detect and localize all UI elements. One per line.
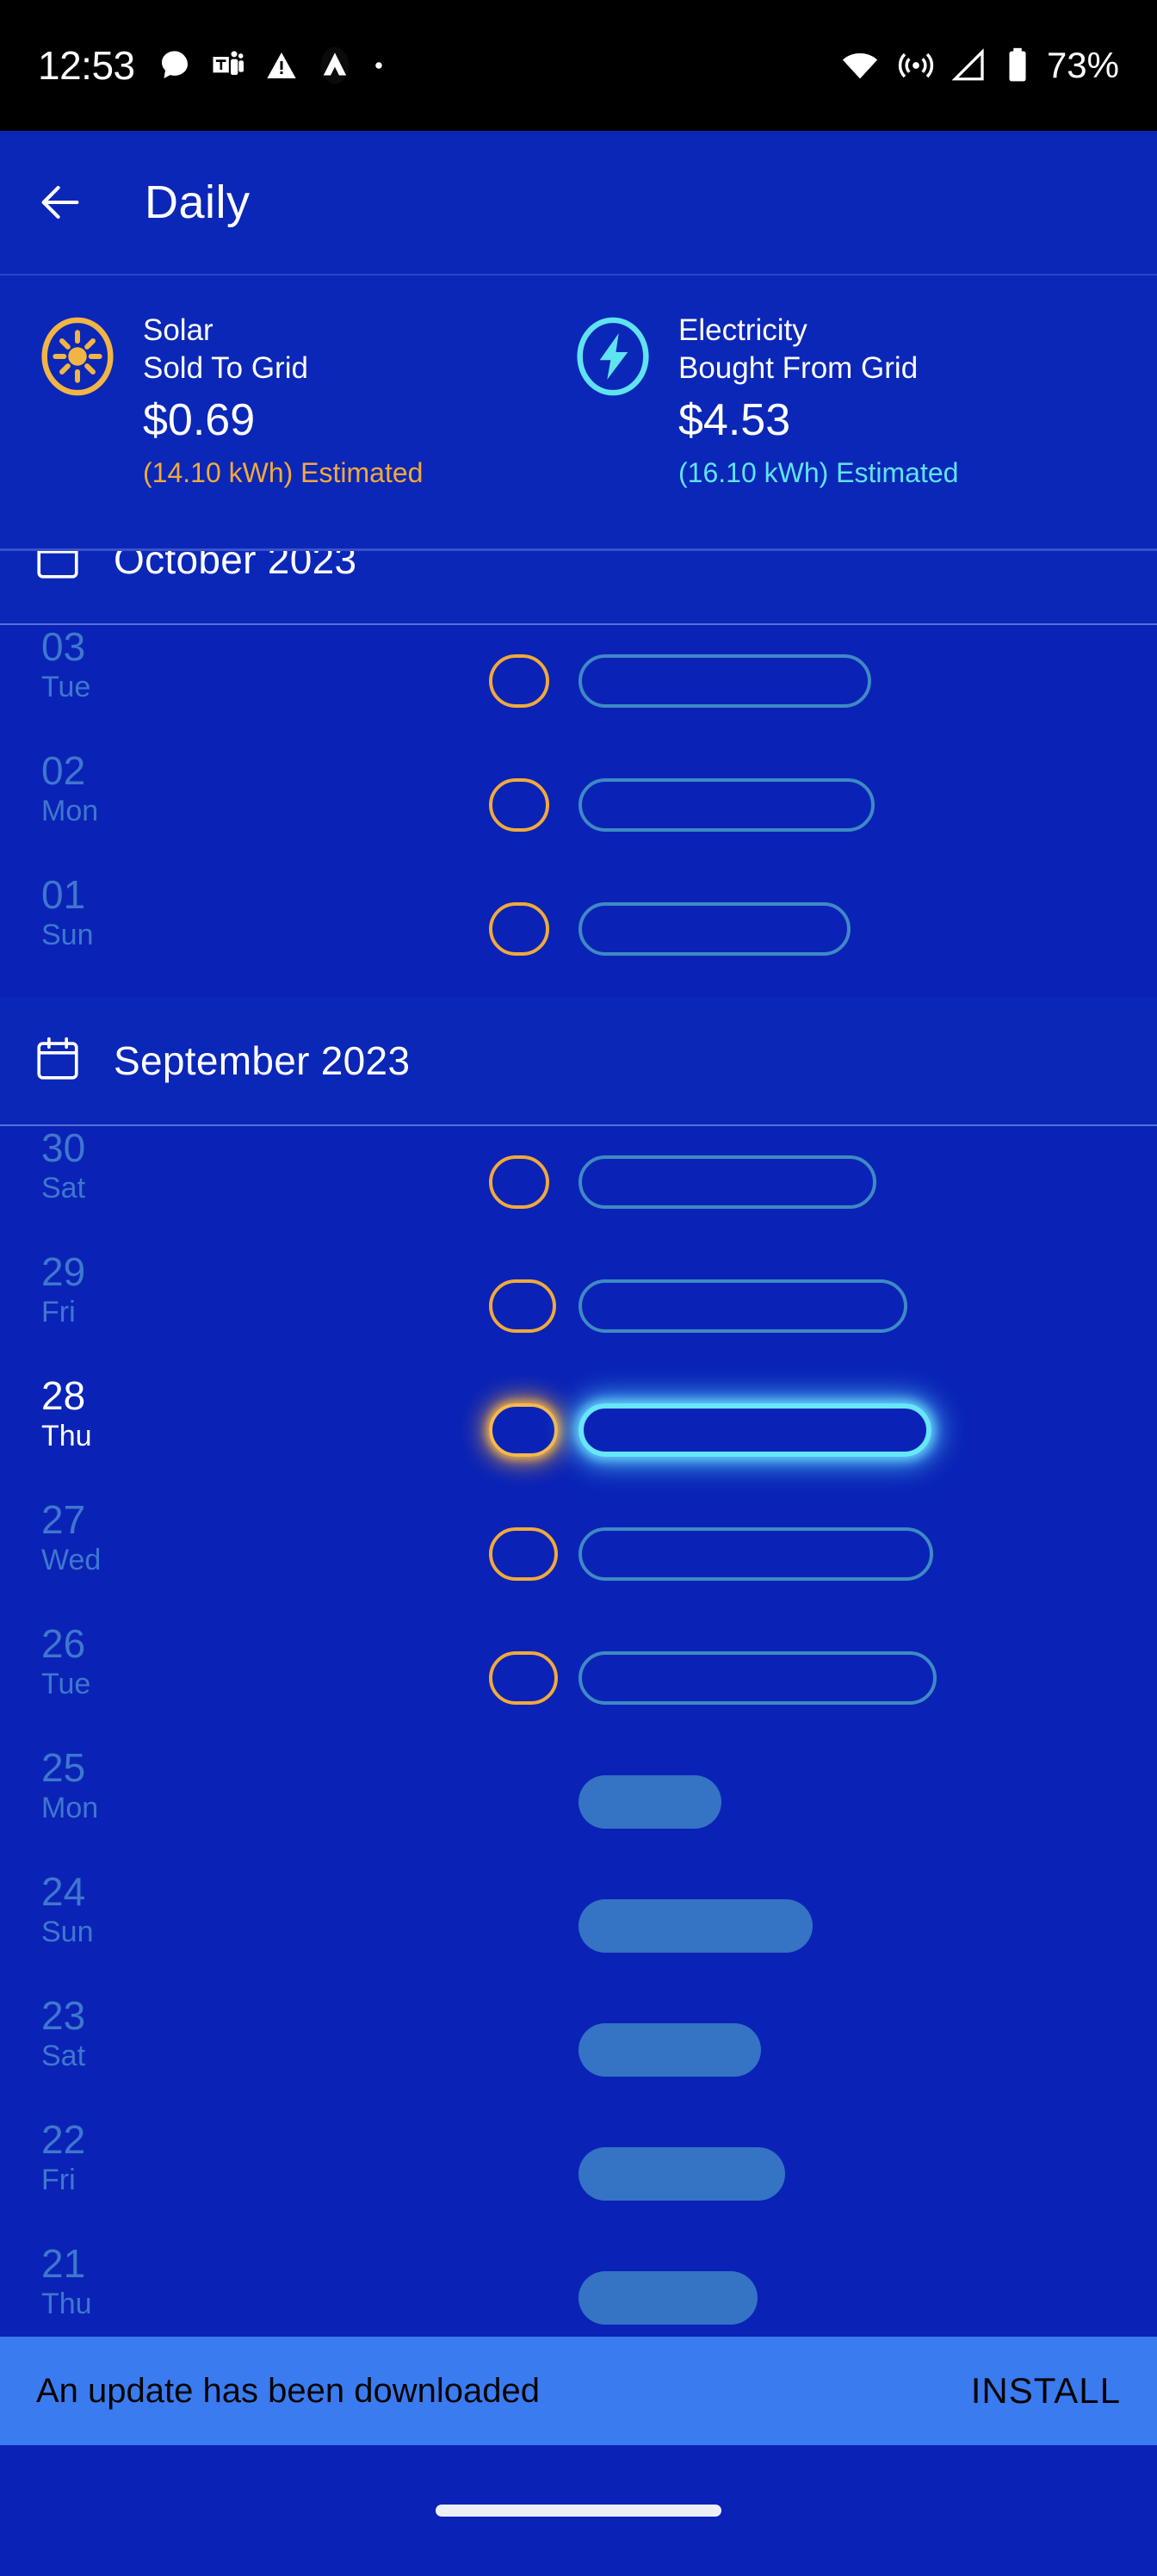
electricity-amount: $4.53 [678,394,791,445]
day-bars [0,1775,1157,1829]
electricity-bar [578,902,851,956]
solar-line-1: Solar [143,313,213,347]
status-bar-clock: 12:53 [38,43,135,88]
day-row[interactable]: 26 Tue [0,1621,1157,1746]
electricity-line-2: Bought From Grid [678,351,919,386]
solar-amount: $0.69 [143,394,256,445]
day-row[interactable]: 29 Fri [0,1249,1157,1374]
electricity-bar [578,778,875,832]
microsoft-teams-icon [213,51,244,75]
calendar-icon [33,551,83,587]
month-label: September 2023 [114,1038,411,1083]
day-bars [0,1899,1157,1953]
back-button[interactable] [0,177,121,227]
page-title: Daily [145,176,251,228]
navigation-bar [0,2445,1157,2576]
day-bars [0,654,1157,708]
nordvpn-icon [320,46,350,84]
status-bar-left: 12:53 [38,42,387,89]
electricity-bar [578,1651,937,1705]
dot-icon [374,62,382,69]
solar-bar [489,654,549,708]
status-bar-right: 73% [840,45,1119,86]
month-header: October 2023 [0,551,1157,625]
update-snackbar: An update has been downloaded INSTALL [0,2337,1157,2445]
arrow-left-icon [41,186,79,219]
electricity-bar [578,1403,931,1457]
day-bars [0,2147,1157,2201]
electricity-bar [578,654,871,708]
status-bar: 12:53 73% [0,0,1157,131]
summary-section: Solar Sold To Grid $0.69 (14.10 kWh) Est… [0,276,1157,551]
battery-icon [1009,47,1026,82]
day-bars [0,2271,1157,2325]
chat-bubble-icon [161,51,188,78]
electricity-estimate: (16.10 kWh) Estimated [678,457,959,489]
day-bars [0,1403,1157,1457]
solar-summary-card[interactable]: Solar Sold To Grid $0.69 (14.10 kWh) Est… [0,276,551,492]
solar-bar [489,1279,556,1333]
electricity-line-1: Electricity [678,313,807,347]
day-row[interactable]: 03 Tue [0,624,1157,749]
day-bars [0,1279,1157,1333]
day-bars [0,1527,1157,1581]
day-row[interactable]: 23 Sat [0,1993,1157,2118]
day-row[interactable]: 21 Thu [0,2241,1157,2325]
sun-icon [38,317,117,400]
month-label: October 2023 [114,551,357,582]
day-row[interactable]: 22 Fri [0,2117,1157,2242]
day-row[interactable]: 24 Sun [0,1869,1157,1994]
solar-bar [489,1155,549,1209]
day-bars [0,1651,1157,1705]
battery-percent-label: 73% [1046,45,1119,85]
electricity-bar-placeholder [578,1775,721,1829]
app-bar: Daily [0,131,1157,276]
status-bar-notification-icons [158,46,387,85]
calendar-icon [33,1034,83,1088]
solar-line-2: Sold To Grid [143,351,308,386]
electricity-bar-placeholder [578,2271,758,2325]
solar-bar [489,1651,558,1705]
phone-screen: 12:53 73% Daily Solar Sold To Grid $0.69… [0,0,1157,2576]
solar-estimate: (14.10 kWh) Estimated [143,457,424,489]
wifi-icon [842,53,878,79]
solar-bar [489,1527,558,1581]
daily-list[interactable]: October 2023 03 Tue 02 Mon 01 Sun September 202… [0,551,1157,2325]
solar-bar [489,778,549,832]
solar-bar [489,1403,558,1457]
day-bars [0,1155,1157,1209]
day-bars [0,2023,1157,2077]
electricity-summary-text: Electricity Bought From Grid $4.53 (16.1… [678,312,958,492]
day-bars [0,902,1157,956]
solar-bar [489,902,549,956]
electricity-bar [578,1527,933,1581]
day-row[interactable]: 28 Thu [0,1373,1157,1498]
electricity-bar-placeholder [578,2023,761,2077]
home-gesture-pill[interactable] [436,2505,721,2517]
month-header: September 2023 [0,997,1157,1126]
electricity-summary-card[interactable]: Electricity Bought From Grid $4.53 (16.1… [551,276,1157,492]
lightning-bolt-icon [573,317,653,400]
electricity-bar-placeholder [578,1899,813,1953]
electricity-bar-placeholder [578,2147,785,2201]
day-row[interactable]: 25 Mon [0,1745,1157,1870]
install-button[interactable]: INSTALL [971,2370,1121,2412]
snackbar-message: An update has been downloaded [36,2371,540,2410]
electricity-bar [578,1155,876,1209]
day-bars [0,778,1157,832]
cellular-signal-icon [951,48,984,81]
day-row[interactable]: 30 Sat [0,1125,1157,1250]
day-row[interactable]: 01 Sun [0,872,1157,997]
hotspot-icon [898,53,934,78]
day-row[interactable]: 02 Mon [0,748,1157,873]
solar-summary-text: Solar Sold To Grid $0.69 (14.10 kWh) Est… [143,312,423,492]
warning-triangle-icon [266,53,296,78]
day-row[interactable]: 27 Wed [0,1497,1157,1622]
electricity-bar [578,1279,907,1333]
